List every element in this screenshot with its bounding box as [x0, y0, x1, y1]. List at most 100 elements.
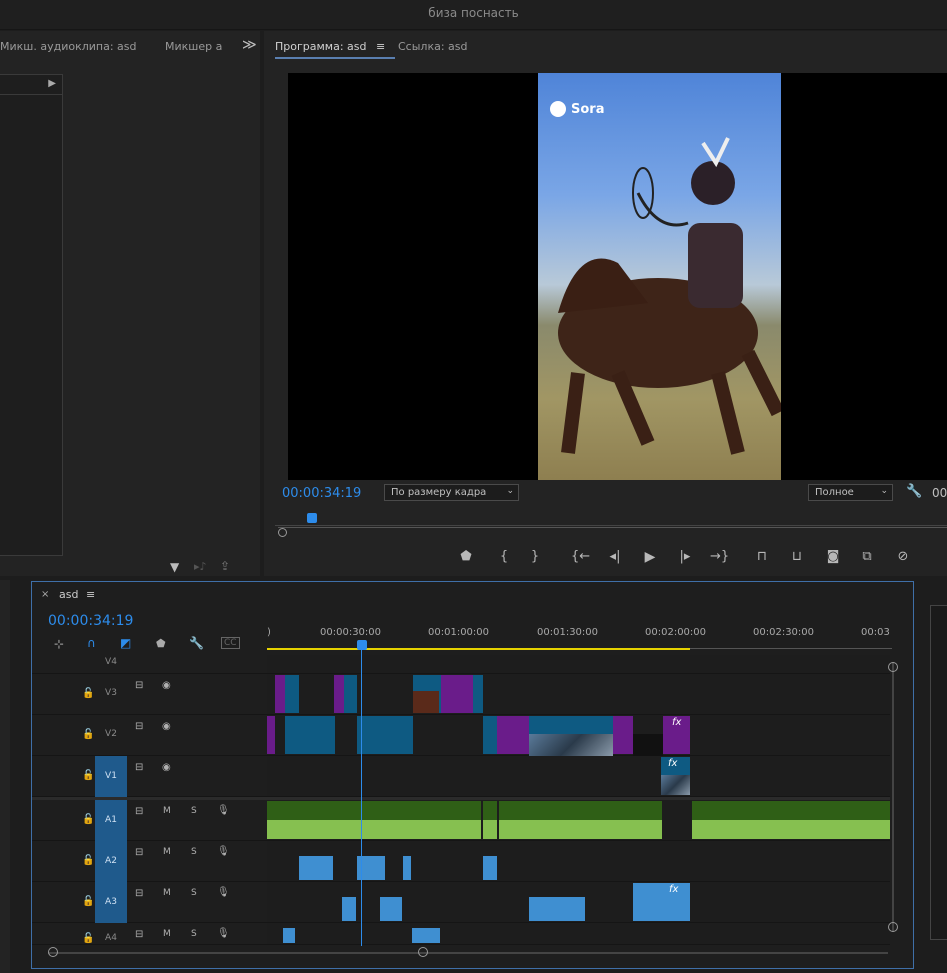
scroll-start-handle[interactable] [48, 947, 58, 957]
panel-overflow-button[interactable]: ≫ [242, 37, 257, 53]
add-marker-icon[interactable]: ⬟ [457, 549, 475, 564]
toggle-sync-icon[interactable]: ⊟ [135, 721, 143, 732]
clip[interactable] [613, 716, 633, 754]
filter-icon[interactable]: ▼ [170, 560, 179, 574]
toggle-sync-icon[interactable]: ⊟ [135, 929, 143, 940]
track-name[interactable]: A3 [95, 882, 127, 923]
sequence-menu-icon[interactable]: ≡ [86, 588, 95, 601]
play-button-icon[interactable]: ▶ [641, 549, 659, 565]
timeline-timecode[interactable]: 00:00:34:19 [48, 613, 133, 629]
audio-clip[interactable] [380, 897, 402, 921]
track-name[interactable]: V1 [95, 756, 127, 797]
mark-out-icon[interactable]: } [526, 549, 544, 564]
lock-icon[interactable]: 🔓 [82, 814, 94, 825]
clip[interactable] [267, 716, 275, 754]
add-marker-icon[interactable]: ⬟ [156, 637, 166, 650]
mute-button[interactable]: M [163, 929, 171, 939]
clip[interactable] [483, 716, 497, 754]
sequence-tab[interactable]: asd [59, 588, 78, 601]
audio-clip[interactable] [412, 928, 440, 943]
solo-button[interactable]: S [191, 888, 197, 898]
tab-audio-mixer[interactable]: Микшер а [165, 40, 222, 53]
toggle-sync-icon[interactable]: ⊟ [135, 888, 143, 899]
track-name[interactable]: V2 [95, 729, 127, 739]
tab-audio-clip-mixer[interactable]: Микш. аудиоклипа: asd [0, 40, 137, 53]
lock-icon[interactable]: 🔓 [82, 933, 94, 944]
solo-button[interactable]: S [191, 806, 197, 816]
clip[interactable] [344, 675, 357, 713]
clip[interactable] [334, 675, 344, 713]
program-timecode[interactable]: 00:00:34:19 [282, 486, 361, 501]
monitor-playhead[interactable] [307, 513, 317, 523]
clip[interactable] [285, 675, 299, 713]
snap-icon[interactable]: ∩ [87, 636, 96, 650]
go-to-out-icon[interactable]: →} [710, 549, 729, 564]
clip[interactable] [441, 675, 473, 713]
vscroll-handle[interactable] [888, 922, 898, 932]
track-name[interactable]: A2 [95, 841, 127, 882]
lock-icon[interactable]: 🔓 [82, 770, 94, 781]
mute-button[interactable]: M [163, 806, 171, 816]
audio-clip[interactable] [283, 928, 295, 943]
play-arrow-icon[interactable]: ▶ [48, 78, 56, 89]
audio-clip[interactable] [342, 897, 356, 921]
mini-timeline-ruler[interactable] [275, 513, 947, 527]
clip[interactable] [285, 716, 335, 754]
insert-nest-icon[interactable]: ⊹ [54, 637, 64, 651]
lock-icon[interactable]: 🔓 [82, 729, 94, 740]
zoom-scrollbar[interactable] [278, 527, 947, 528]
camera-icon[interactable]: ◙ [824, 549, 842, 564]
step-forward-icon[interactable]: |▸ [676, 549, 694, 564]
clip[interactable] [473, 675, 483, 713]
toggle-sync-icon[interactable]: ⊟ [135, 680, 143, 691]
audio-clip[interactable] [403, 856, 411, 880]
microphone-icon[interactable]: 🎙 [217, 887, 230, 898]
audio-clip[interactable] [529, 897, 585, 921]
scroll-end-handle[interactable] [418, 947, 428, 957]
track-name[interactable]: A4 [95, 933, 127, 943]
wrench-icon[interactable]: 🔧 [906, 484, 922, 499]
go-to-in-icon[interactable]: {← [571, 549, 590, 564]
insert-audio-icon[interactable]: ▸♪ [194, 560, 207, 573]
clip[interactable] [357, 716, 413, 754]
toggle-sync-icon[interactable]: ⊟ [135, 762, 143, 773]
microphone-icon[interactable]: 🎙 [217, 846, 230, 857]
solo-button[interactable]: S [191, 847, 197, 857]
tab-program[interactable]: Программа: asd ≡ [275, 40, 396, 59]
tab-reference[interactable]: Ссылка: asd [398, 40, 468, 53]
lift-icon[interactable]: ⊓ [753, 549, 771, 564]
close-sequence-icon[interactable]: × [41, 589, 49, 600]
audio-clip[interactable] [267, 801, 335, 839]
playhead-handle[interactable] [357, 640, 367, 650]
video-preview[interactable]: Sora [288, 73, 947, 480]
audio-clip[interactable] [483, 856, 497, 880]
playhead-line[interactable] [361, 650, 362, 946]
clip[interactable] [497, 716, 529, 754]
wrench-icon[interactable]: 🔧 [189, 636, 204, 650]
audio-clip[interactable]: fx [633, 883, 690, 921]
audio-clip[interactable] [335, 801, 481, 839]
audio-clip[interactable] [692, 801, 890, 839]
extract-icon[interactable]: ⊔ [788, 549, 806, 564]
track-name[interactable]: A1 [95, 800, 127, 841]
tab-menu-icon[interactable]: ≡ [376, 40, 385, 53]
work-area-bar[interactable] [267, 648, 690, 650]
lock-icon[interactable]: 🔓 [82, 855, 94, 866]
microphone-icon[interactable]: 🎙 [217, 805, 230, 816]
audio-clip[interactable] [299, 856, 333, 880]
audio-clip[interactable] [483, 801, 497, 839]
toggle-sync-icon[interactable]: ⊟ [135, 847, 143, 858]
mute-button[interactable]: M [163, 847, 171, 857]
lock-icon[interactable]: 🔓 [82, 688, 94, 699]
mark-in-icon[interactable]: { [495, 549, 513, 564]
microphone-icon[interactable]: 🎙 [217, 928, 230, 939]
quality-select[interactable]: Полное ⌄ [808, 484, 893, 501]
solo-button[interactable]: S [191, 929, 197, 939]
fit-select[interactable]: По размеру кадра ⌄ [384, 484, 519, 501]
zoom-handle[interactable] [278, 528, 287, 537]
track-name[interactable]: V4 [95, 657, 127, 667]
captions-icon[interactable]: CC [221, 637, 240, 649]
compare-view-icon[interactable]: ⧉ [858, 549, 876, 564]
audio-clip[interactable] [499, 801, 662, 839]
button-editor-icon[interactable]: ⊘ [894, 549, 912, 564]
